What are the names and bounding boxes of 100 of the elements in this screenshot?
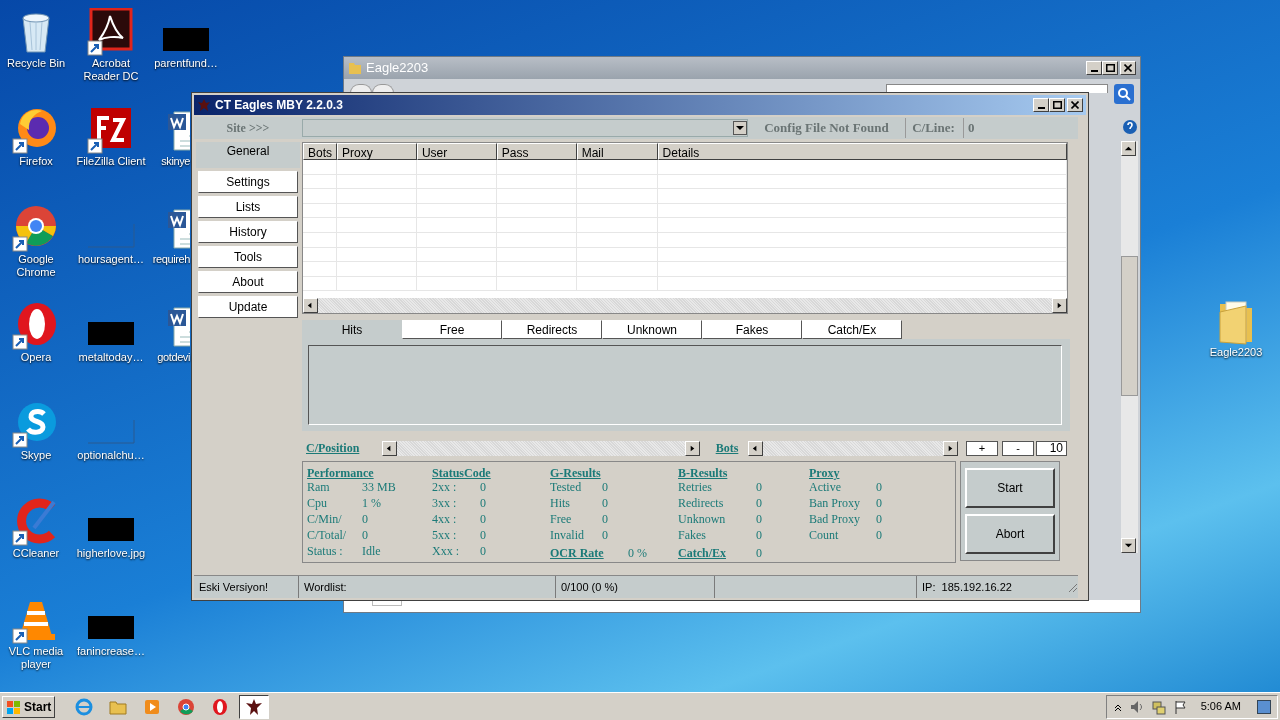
icon-label: requireh [152,253,190,266]
icon-label: VLC media player [7,645,65,671]
search-button[interactable] [1114,84,1134,104]
scroll-thumb[interactable] [1121,256,1138,396]
column-header[interactable]: Details [657,143,1068,160]
column-header[interactable]: Mail [576,143,658,160]
stat-value: 0 [602,511,608,528]
arrow-icon [1124,541,1133,550]
icon-label: higherlove.jpg [76,547,146,560]
config-status: Config File Not Found [763,119,890,138]
stat-value: 0 [480,543,486,560]
icon-label: Firefox [19,155,53,168]
tab[interactable]: Fakes [702,320,802,339]
nav-tab[interactable]: Settings [198,171,298,193]
stat-label: Ram [307,479,331,496]
stat-label: 3xx : [432,495,458,512]
scroll-button[interactable] [1052,298,1067,313]
stat-label: 4xx : [432,511,458,528]
nav-tab[interactable]: Tools [198,246,298,268]
icon-label: Acrobat Reader DC [82,57,140,83]
maximize-icon [1105,64,1115,72]
column-header[interactable]: Bots [303,143,337,160]
minimize-button[interactable] [1086,61,1102,75]
network-icon[interactable] [1150,698,1167,715]
stat-value: 0 [876,511,882,528]
stat-value: 0 [362,527,368,544]
tab[interactable]: Redirects [502,320,602,339]
scroll-button[interactable] [748,440,763,456]
scroll-button[interactable] [382,440,397,456]
start-button[interactable]: Start [2,695,56,718]
window-title: Eagle2203 [366,59,430,78]
stat-label: Retries [678,479,713,496]
stat-label: C/Min/ [307,511,343,528]
scroll-button[interactable] [1121,141,1136,156]
close-button[interactable] [1120,61,1136,75]
minimize-button[interactable] [1033,98,1049,112]
icon-label: optionalchu… [77,449,145,462]
tab[interactable]: Free [402,320,502,339]
scroll-button[interactable] [943,440,958,456]
nav-tab[interactable]: General [196,142,300,168]
stat-label: Count [809,527,840,544]
help-icon[interactable] [1122,119,1138,135]
document-app-icon[interactable] [87,8,135,56]
stat-value: 0 [480,479,486,496]
status-text: IP: 185.192.16.22 [922,579,1012,595]
plus-button[interactable]: + [966,440,998,456]
cline-value: 0 [963,118,1073,138]
bots-count-field[interactable]: 10 [1036,440,1067,456]
site-label: Site >>> [225,120,271,137]
search-field[interactable] [886,84,1108,93]
arrow-icon [1124,144,1133,153]
maximize-button[interactable] [1049,98,1065,112]
column-header[interactable]: Proxy [336,143,417,160]
icon-label: Google Chrome [15,253,57,279]
nav-tab[interactable]: Update [198,296,298,318]
scroll-button[interactable] [303,298,318,313]
stat-value: 0 [602,479,608,496]
stat-label: 5xx : [432,527,458,544]
minimize-icon [1090,70,1098,72]
stat-value: 0 [876,479,882,496]
arrow-icon [688,443,697,453]
flag-icon[interactable] [1172,698,1189,715]
column-header[interactable]: Pass [496,143,577,160]
resize-grip-icon[interactable] [1066,581,1078,593]
window-title: CT Eagles MBY 2.2.0.3 [215,97,344,114]
stat-label: Redirects [678,495,725,512]
close-icon [1071,101,1079,109]
stat-value: 1 % [362,495,381,512]
icon-label: FileZilla Client [76,155,146,168]
scroll-button[interactable] [1121,538,1136,553]
stat-label: C/Total/ [307,527,348,544]
icon-label: Eagle2203 [1209,346,1263,359]
tab[interactable]: Hits [302,320,402,339]
action-button[interactable]: Start [965,468,1055,508]
maximize-button[interactable] [1102,61,1118,75]
clock[interactable]: 5:06 AM [1200,698,1241,715]
status-text: 0/100 (0 %) [561,579,618,595]
minimize-icon [1037,107,1045,109]
icon-label: parentfund… [154,57,218,70]
taskbar-button[interactable] [239,694,270,719]
stat-value: 33 MB [362,479,396,496]
minus-button[interactable]: - [1002,440,1034,456]
status-text: Eski Versiyon! [199,579,269,595]
icon-label: skinye [161,155,190,168]
nav-tab[interactable]: Lists [198,196,298,218]
stat-label: Unknown [678,511,727,528]
search-icon [1117,87,1131,101]
tab[interactable]: Unknown [602,320,702,339]
tab[interactable]: Catch/Ex [802,320,902,339]
nav-tab[interactable]: About [198,271,298,293]
action-button[interactable]: Abort [965,514,1055,554]
show-desktop-button[interactable] [1257,699,1271,714]
nav-tab[interactable]: History [198,221,298,243]
icon-label: Skype [20,449,52,462]
scroll-button[interactable] [685,440,700,456]
close-icon [1124,64,1132,72]
icon-label: Recycle Bin [6,57,66,70]
stat-value: 0 [756,545,762,562]
column-header[interactable]: User [416,143,497,160]
close-button[interactable] [1067,98,1083,112]
